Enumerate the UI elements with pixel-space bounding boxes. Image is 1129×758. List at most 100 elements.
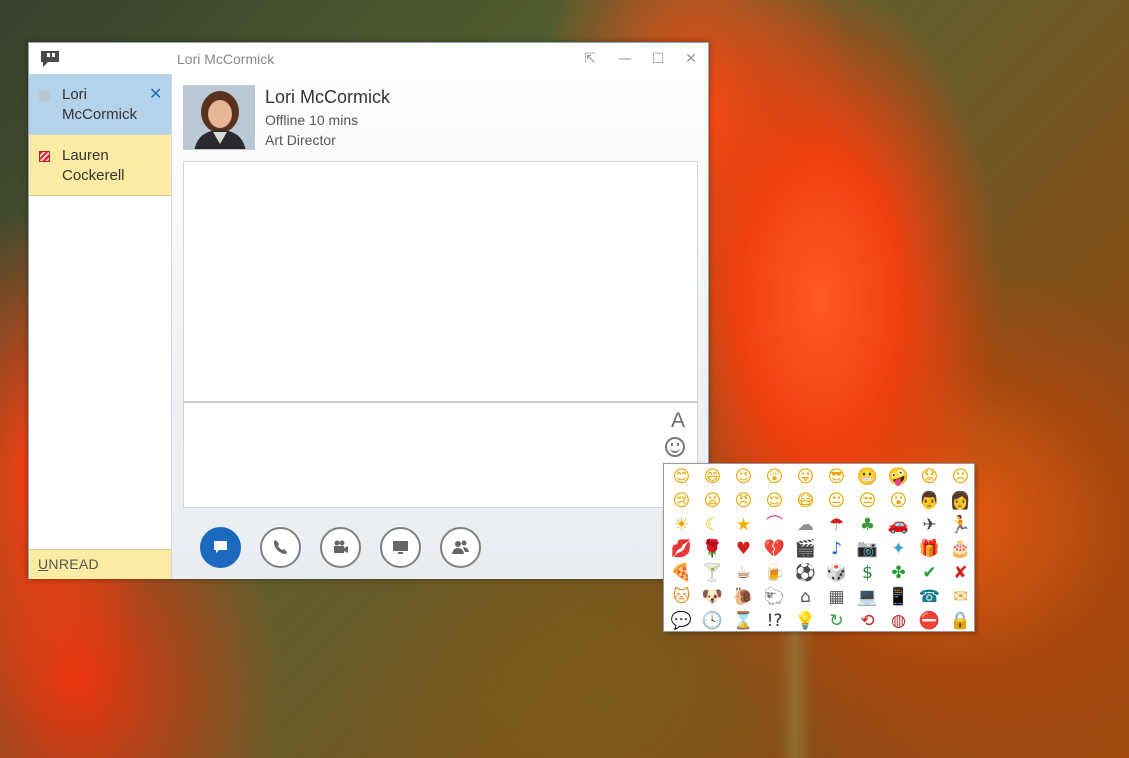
message-input[interactable]: A (183, 402, 698, 508)
emoticon-item[interactable]: 😲 (759, 465, 790, 489)
emoticon-item[interactable]: 😢 (666, 489, 697, 513)
emoticon-item[interactable]: 💔 (759, 537, 790, 561)
emoticon-item[interactable]: 🚗 (883, 513, 914, 537)
close-conversation-icon[interactable]: ✕ (149, 84, 162, 103)
emoticon-item[interactable]: $ (852, 561, 883, 585)
conversation-tab-lori[interactable]: Lori McCormick ✕ (29, 74, 171, 135)
emoticon-item[interactable]: ☁ (790, 513, 821, 537)
emoticon-item[interactable]: 👨 (914, 489, 945, 513)
close-window-button[interactable]: ✕ (683, 51, 699, 67)
emoticon-item[interactable]: 💡 (790, 609, 821, 633)
emoticon-item[interactable]: 🐱 (666, 585, 697, 609)
maximize-button[interactable]: ☐ (650, 51, 666, 67)
emoticon-item[interactable]: ♪ (821, 537, 852, 561)
emoticon-item[interactable]: 🍸 (697, 561, 728, 585)
pop-out-icon[interactable]: ⇱ (582, 51, 598, 67)
emoticon-item[interactable]: ✘ (945, 561, 976, 585)
emoticon-item[interactable]: 😛 (790, 465, 821, 489)
phone-icon (274, 540, 287, 554)
emoticon-item[interactable]: 👩 (945, 489, 976, 513)
emoticon-item[interactable]: ☾ (697, 513, 728, 537)
emoticon-item[interactable]: ⌛ (728, 609, 759, 633)
emoticon-item[interactable]: ▦ (821, 585, 852, 609)
unread-filter-button[interactable]: UNREAD (29, 549, 171, 579)
emoticon-item[interactable]: 😟 (914, 465, 945, 489)
emoticon-item[interactable]: 🔒 (945, 609, 976, 633)
emoticon-item[interactable]: 🌹 (697, 537, 728, 561)
emoticon-item[interactable]: 💬 (666, 609, 697, 633)
emoticon-item[interactable]: 🍺 (759, 561, 790, 585)
emoticon-item[interactable]: ☎ (914, 585, 945, 609)
call-button[interactable] (260, 527, 301, 568)
emoticon-item[interactable]: 🍕 (666, 561, 697, 585)
contact-job-title: Art Director (265, 132, 336, 148)
emoticon-item[interactable]: ☕ (728, 561, 759, 585)
presence-busy-icon (39, 151, 50, 162)
video-camera-icon (334, 540, 348, 553)
emoticon-item[interactable]: 🎁 (914, 537, 945, 561)
emoticon-item[interactable]: ⚽ (790, 561, 821, 585)
people-icon (452, 540, 469, 554)
emoticon-item[interactable]: 🐑 (759, 585, 790, 609)
emoticon-item[interactable]: 😠 (728, 489, 759, 513)
emoticon-item[interactable]: ♥ (728, 537, 759, 561)
emoticon-item[interactable]: 😎 (821, 465, 852, 489)
emoticon-item[interactable]: 🎂 (945, 537, 976, 561)
im-button[interactable] (200, 527, 241, 568)
emoticon-item[interactable]: ★ (728, 513, 759, 537)
emoticon-item[interactable]: ⌂ (790, 585, 821, 609)
minimize-button[interactable]: — (617, 51, 633, 67)
emoticon-item[interactable]: ◍ (883, 609, 914, 633)
emoticon-item[interactable]: 💻 (852, 585, 883, 609)
emoticon-item[interactable]: 🤪 (883, 465, 914, 489)
emoticon-item[interactable]: ☹ (945, 465, 976, 489)
emoticon-item[interactable]: ✤ (883, 561, 914, 585)
emoticon-item[interactable]: ☀ (666, 513, 697, 537)
emoticon-item[interactable]: 😷 (790, 489, 821, 513)
participants-button[interactable] (440, 527, 481, 568)
emoticon-item[interactable]: ✔ (914, 561, 945, 585)
conversation-pane: Lori McCormick Offline 10 mins Art Direc… (172, 74, 708, 579)
emoticon-item[interactable]: 🐶 (697, 585, 728, 609)
emoticon-item[interactable]: ✉ (945, 585, 976, 609)
emoticon-item[interactable]: ♣ (852, 513, 883, 537)
emoticon-item[interactable]: ↻ (821, 609, 852, 633)
emoticon-item[interactable]: 😄 (697, 465, 728, 489)
smiley-icon[interactable] (665, 437, 685, 457)
conversation-tab-lauren[interactable]: Lauren Cockerell (29, 135, 171, 196)
video-button[interactable] (320, 527, 361, 568)
emoticon-item[interactable]: 📷 (852, 537, 883, 561)
title-bar: Lori McCormick ⇱ — ☐ ✕ (29, 43, 708, 74)
emoticon-item[interactable]: ✦ (883, 537, 914, 561)
emoticon-item[interactable]: ☂ (821, 513, 852, 537)
emoticon-item[interactable]: 😒 (852, 489, 883, 513)
emoticon-item[interactable]: 😦 (697, 489, 728, 513)
emoticon-item[interactable]: 😐 (821, 489, 852, 513)
emoticon-item[interactable]: 🐌 (728, 585, 759, 609)
emoticon-item[interactable]: 💋 (666, 537, 697, 561)
monitor-icon (393, 541, 408, 554)
font-button[interactable]: A (671, 409, 685, 433)
emoticon-item[interactable]: 😮 (883, 489, 914, 513)
contact-photo[interactable] (183, 85, 255, 150)
conversation-name: Lauren Cockerell (62, 147, 125, 184)
emoticon-item[interactable]: 😌 (759, 489, 790, 513)
emoticon-item[interactable]: 😉 (728, 465, 759, 489)
conversation-history (183, 161, 698, 402)
emoticon-item[interactable]: 🏃 (945, 513, 976, 537)
emoticon-item[interactable]: 📱 (883, 585, 914, 609)
emoticon-item[interactable]: 😬 (852, 465, 883, 489)
emoticon-item[interactable]: 🎲 (821, 561, 852, 585)
emoticon-item[interactable]: ⟲ (852, 609, 883, 633)
emoticon-item[interactable]: 🕓 (697, 609, 728, 633)
emoticon-item[interactable]: ✈ (914, 513, 945, 537)
lync-logo-icon (41, 51, 59, 67)
emoticon-item[interactable]: 🎬 (790, 537, 821, 561)
emoticon-item[interactable]: !? (759, 609, 790, 633)
emoticon-item[interactable]: ⌒ (759, 513, 790, 537)
emoticon-item[interactable]: 😊 (666, 465, 697, 489)
avatar (184, 86, 254, 149)
present-button[interactable] (380, 527, 421, 568)
emoticon-item[interactable]: ⛔ (914, 609, 945, 633)
emoticon-picker: 😊 😄 😉 😲 😛 😎 😬 🤪 😟 ☹ 😢 😦 😠 😌 😷 😐 😒 😮 👨 👩 ☀ ☾ ★ ⌒ ☁ ☂ ♣ 🚗 ✈ 🏃 💋 🌹 ♥ 💔 🎬 ♪ 📷 ✦ 🎁 🎂… (663, 463, 975, 632)
